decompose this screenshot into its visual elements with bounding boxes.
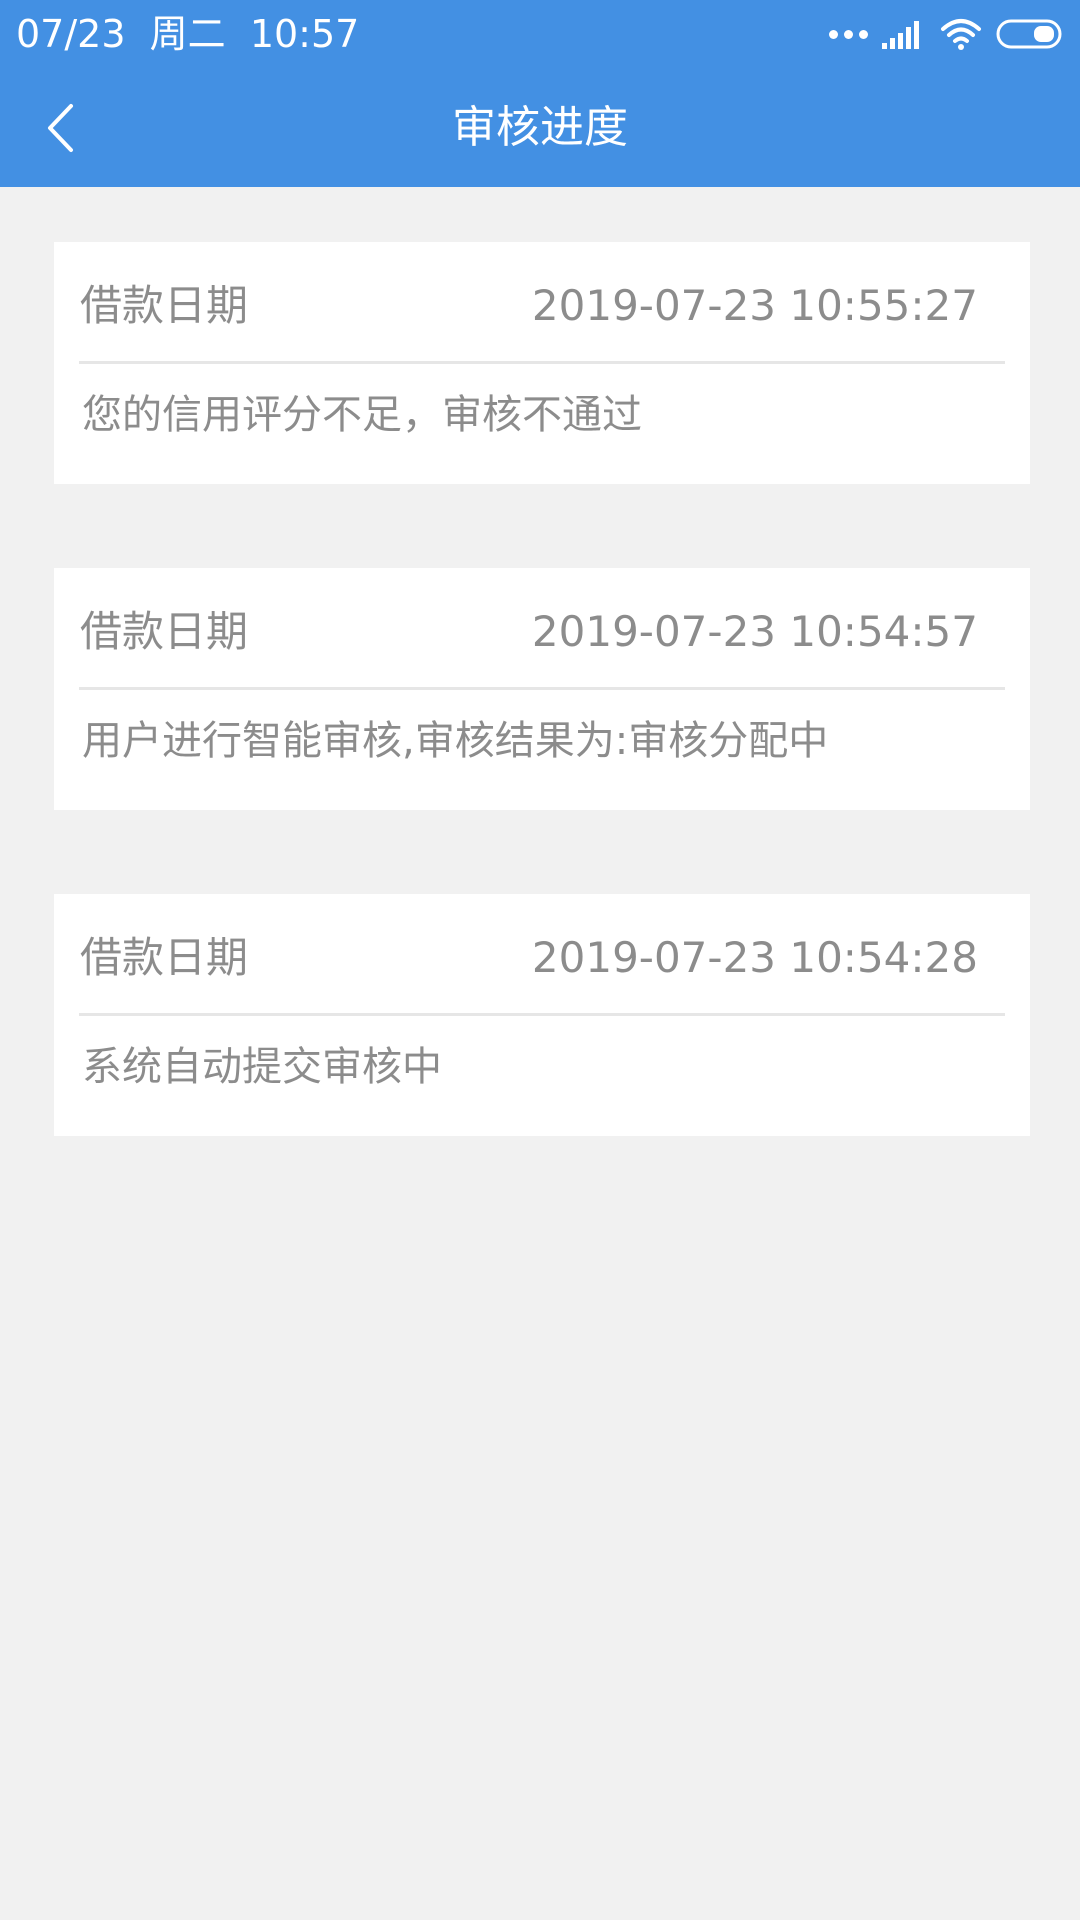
review-record-card: 借款日期 2019-07-23 10:55:27 您的信用评分不足，审核不通过 xyxy=(54,242,1030,484)
page-title: 审核进度 xyxy=(452,102,628,153)
record-message: 您的信用评分不足，审核不通过 xyxy=(82,392,642,438)
nav-bar: 审核进度 xyxy=(0,70,1080,187)
status-icons xyxy=(829,14,1064,54)
app-header: 07/23 周二 10:57 审核进度 xyxy=(0,0,1080,187)
wifi-icon xyxy=(941,19,981,50)
record-label: 借款日期 xyxy=(80,933,249,982)
review-record-card: 借款日期 2019-07-23 10:54:28 系统自动提交审核中 xyxy=(54,894,1030,1136)
signal-icon xyxy=(882,21,919,49)
status-time: 07/23 周二 10:57 xyxy=(16,12,360,56)
record-label: 借款日期 xyxy=(80,607,249,656)
divider xyxy=(79,687,1005,690)
review-record-card: 借款日期 2019-07-23 10:54:57 用户进行智能审核,审核结果为:… xyxy=(54,568,1030,810)
record-message: 系统自动提交审核中 xyxy=(82,1044,442,1090)
record-label: 借款日期 xyxy=(80,281,249,330)
divider xyxy=(79,1013,1005,1016)
divider xyxy=(79,361,1005,364)
more-dots-icon xyxy=(829,29,868,39)
record-datetime: 2019-07-23 10:54:28 xyxy=(531,933,978,982)
record-message: 用户进行智能审核,审核结果为:审核分配中 xyxy=(82,718,829,764)
record-datetime: 2019-07-23 10:54:57 xyxy=(531,607,978,656)
status-bar: 07/23 周二 10:57 xyxy=(0,0,1080,70)
battery-icon xyxy=(996,19,1062,49)
record-datetime: 2019-07-23 10:55:27 xyxy=(531,281,978,330)
